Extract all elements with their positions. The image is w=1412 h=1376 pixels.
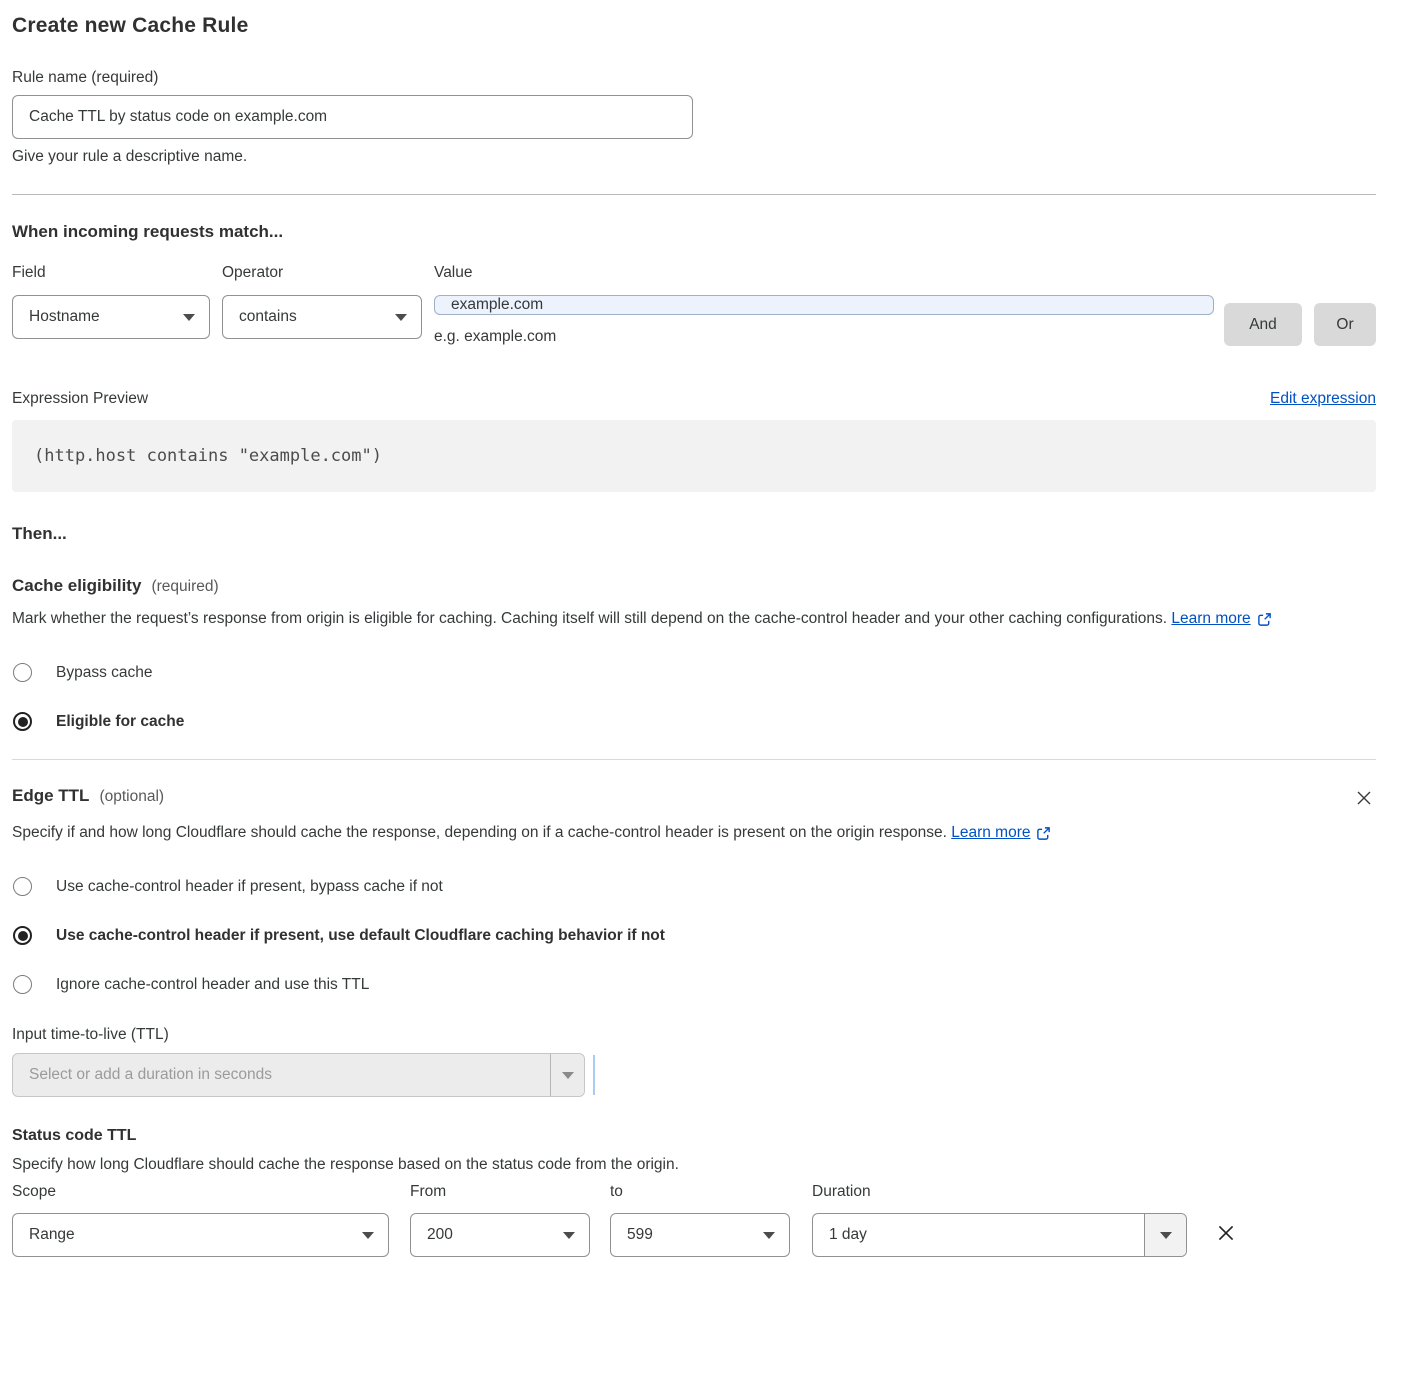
- operator-label: Operator: [222, 264, 422, 282]
- from-select-value: 200: [427, 1226, 453, 1244]
- scope-select-value: Range: [29, 1226, 75, 1244]
- rule-name-help: Give your rule a descriptive name.: [12, 148, 1376, 166]
- value-hint: e.g. example.com: [434, 328, 1214, 346]
- field-select[interactable]: Hostname: [12, 295, 210, 339]
- edge-ttl-option-bypass[interactable]: Use cache-control header if present, byp…: [12, 877, 1376, 896]
- expression-preview-label: Expression Preview: [12, 390, 148, 408]
- chevron-down-icon: [395, 314, 407, 321]
- chevron-down-icon: [362, 1232, 374, 1239]
- create-cache-rule-form: Create new Cache Rule Rule name (require…: [0, 0, 1412, 1257]
- match-condition-row: Field Hostname Operator contains Value e…: [12, 264, 1376, 346]
- scope-select[interactable]: Range: [12, 1213, 389, 1257]
- bypass-cache-option[interactable]: Bypass cache: [12, 663, 1376, 682]
- scope-label: Scope: [12, 1183, 389, 1201]
- ttl-dropdown-button[interactable]: [550, 1054, 584, 1096]
- operator-select[interactable]: contains: [222, 295, 422, 339]
- to-select[interactable]: 599: [610, 1213, 790, 1257]
- rule-name-label: Rule name (required): [12, 69, 158, 86]
- duration-dropdown-button[interactable]: [1144, 1214, 1186, 1256]
- status-code-ttl-title: Status code TTL: [12, 1127, 1376, 1145]
- edge-ttl-option-default[interactable]: Use cache-control header if present, use…: [12, 926, 1376, 945]
- duration-select-value: 1 day: [813, 1214, 1144, 1256]
- chevron-down-icon: [562, 1072, 574, 1079]
- ttl-input-label: Input time-to-live (TTL): [12, 1026, 1376, 1044]
- from-label: From: [410, 1183, 590, 1201]
- to-label: to: [610, 1183, 790, 1201]
- chevron-down-icon: [183, 314, 195, 321]
- close-icon[interactable]: [1352, 786, 1376, 810]
- ttl-duration-select[interactable]: Select or add a duration in seconds: [12, 1053, 585, 1097]
- duration-select[interactable]: 1 day: [812, 1213, 1187, 1257]
- chevron-down-icon: [563, 1232, 575, 1239]
- field-select-value: Hostname: [29, 308, 100, 326]
- radio-selected-icon[interactable]: [13, 926, 32, 945]
- radio-unselected-icon[interactable]: [13, 877, 32, 896]
- eligible-for-cache-option[interactable]: Eligible for cache: [12, 712, 1376, 731]
- match-section-heading: When incoming requests match...: [12, 222, 1376, 242]
- to-select-value: 599: [627, 1226, 653, 1244]
- external-link-icon: [1036, 826, 1051, 841]
- remove-row-icon[interactable]: [1213, 1220, 1239, 1246]
- edit-expression-link[interactable]: Edit expression: [1270, 390, 1376, 408]
- status-code-ttl-description: Specify how long Cloudflare should cache…: [12, 1156, 1376, 1174]
- radio-unselected-icon[interactable]: [13, 663, 32, 682]
- edge-ttl-optional: (optional): [99, 788, 164, 806]
- value-label: Value: [434, 264, 1214, 282]
- divider: [12, 194, 1376, 195]
- chevron-down-icon: [1160, 1232, 1172, 1239]
- status-code-ttl-row: Scope Range From 200 to 599 Duration: [12, 1183, 1376, 1257]
- operator-select-value: contains: [239, 308, 297, 326]
- radio-unselected-icon[interactable]: [13, 975, 32, 994]
- expression-preview-code: (http.host contains "example.com"): [12, 420, 1376, 492]
- duration-label: Duration: [812, 1183, 1187, 1201]
- page-title: Create new Cache Rule: [12, 14, 1376, 38]
- cache-eligibility-description: Mark whether the request’s response from…: [12, 605, 1357, 633]
- or-button[interactable]: Or: [1314, 303, 1376, 346]
- chevron-down-icon: [763, 1232, 775, 1239]
- and-button[interactable]: And: [1224, 303, 1302, 346]
- edge-ttl-title: Edge TTL: [12, 786, 89, 806]
- then-heading: Then...: [12, 524, 1376, 544]
- text-cursor: [593, 1055, 595, 1095]
- ttl-duration-placeholder: Select or add a duration in seconds: [13, 1054, 550, 1096]
- cache-eligibility-required: (required): [151, 578, 218, 596]
- edge-ttl-description: Specify if and how long Cloudflare shoul…: [12, 819, 1112, 847]
- rule-name-input[interactable]: [12, 95, 693, 139]
- radio-selected-icon[interactable]: [13, 712, 32, 731]
- cache-eligibility-learn-more-link[interactable]: Learn more: [1171, 605, 1271, 633]
- divider: [12, 759, 1376, 760]
- field-label: Field: [12, 264, 210, 282]
- external-link-icon: [1257, 612, 1272, 627]
- edge-ttl-option-ignore[interactable]: Ignore cache-control header and use this…: [12, 975, 1376, 994]
- match-value-input[interactable]: [434, 295, 1214, 315]
- edge-ttl-learn-more-link[interactable]: Learn more: [951, 819, 1051, 847]
- from-select[interactable]: 200: [410, 1213, 590, 1257]
- cache-eligibility-title: Cache eligibility: [12, 576, 141, 596]
